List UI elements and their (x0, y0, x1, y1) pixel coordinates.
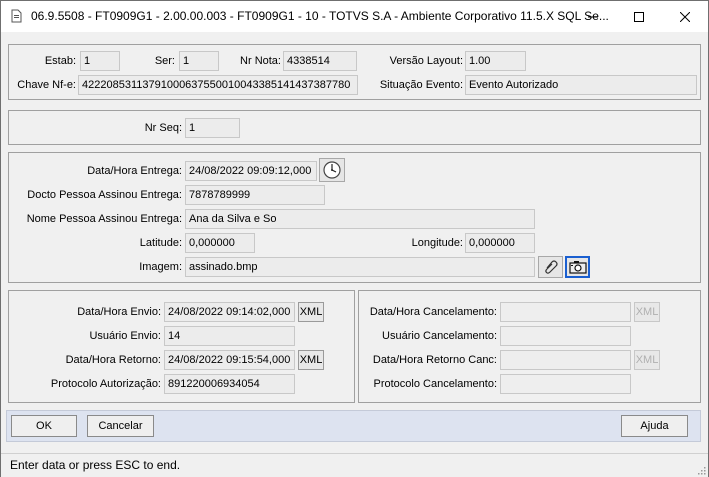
usuario-cancelamento-field[interactable] (500, 326, 631, 346)
cancel-button[interactable]: Cancelar (87, 415, 154, 437)
docto-pessoa-field[interactable]: 7878789999 (185, 185, 325, 205)
dialog-window: 06.9.5508 - FT0909G1 - 2.00.00.003 - FT0… (0, 0, 709, 477)
title-bar: 06.9.5508 - FT0909G1 - 2.00.00.003 - FT0… (1, 1, 708, 32)
protocolo-cancelamento-field[interactable] (500, 374, 631, 394)
nr-seq-label: Nr Seq: (144, 122, 182, 134)
window-title: 06.9.5508 - FT0909G1 - 2.00.00.003 - FT0… (31, 9, 609, 23)
situacao-evento-field[interactable]: Evento Autorizado (465, 75, 697, 95)
ok-button[interactable]: OK (11, 415, 77, 437)
minimize-icon (588, 16, 598, 17)
resize-grip-icon[interactable] (696, 465, 706, 475)
app-icon (9, 9, 23, 23)
status-bar: Enter data or press ESC to end. (1, 453, 708, 477)
situacao-evento-label: Situação Evento: (379, 79, 463, 91)
usuario-envio-label: Usuário Envio: (89, 330, 161, 342)
minimize-button[interactable] (570, 1, 616, 32)
usuario-cancelamento-label: Usuário Cancelamento: (382, 330, 497, 342)
camera-icon (568, 261, 587, 274)
imagem-field[interactable]: assinado.bmp (185, 257, 535, 277)
close-button[interactable] (662, 1, 708, 32)
protocolo-autorizacao-field[interactable]: 891220006934054 (164, 374, 295, 394)
nr-nota-field[interactable]: 4338514 (283, 51, 357, 71)
docto-pessoa-label: Docto Pessoa Assinou Entrega: (27, 189, 182, 201)
estab-label: Estab: (44, 55, 76, 67)
paperclip-icon (544, 260, 558, 274)
data-hora-retorno-canc-field[interactable] (500, 350, 631, 370)
attach-button[interactable] (538, 256, 563, 278)
help-button[interactable]: Ajuda (621, 415, 688, 437)
xml-cancelamento-button[interactable]: XML (634, 302, 660, 322)
data-hora-cancelamento-label: Data/Hora Cancelamento: (369, 306, 497, 318)
data-hora-retorno-canc-label: Data/Hora Retorno Canc: (372, 354, 497, 366)
longitude-field[interactable]: 0,000000 (465, 233, 535, 253)
data-hora-retorno-field[interactable]: 24/08/2022 09:15:54,000 (164, 350, 295, 370)
chave-nfe-field[interactable]: 4222085311379100063755001004338514143738… (78, 75, 358, 95)
cancelamento-panel: Data/Hora Cancelamento: XML Usuário Canc… (358, 290, 701, 403)
chave-nfe-label: Chave Nf-e: (17, 79, 76, 91)
xml-retorno-canc-button[interactable]: XML (634, 350, 660, 370)
maximize-icon (634, 11, 644, 22)
nome-pessoa-field[interactable]: Ana da Silva e So (185, 209, 535, 229)
ser-label: Ser: (154, 55, 175, 67)
data-hora-envio-label: Data/Hora Envio: (77, 306, 161, 318)
protocolo-cancelamento-label: Protocolo Cancelamento: (373, 378, 497, 390)
estab-field[interactable]: 1 (80, 51, 120, 71)
data-hora-retorno-label: Data/Hora Retorno: (65, 354, 161, 366)
usuario-envio-field[interactable]: 14 (164, 326, 295, 346)
protocolo-autorizacao-label: Protocolo Autorização: (50, 378, 161, 390)
header-panel: Estab: 1 Ser: 1 Nr Nota: 4338514 Versão … (8, 44, 701, 100)
nr-nota-label: Nr Nota: (240, 55, 281, 67)
longitude-label: Longitude: (411, 237, 463, 249)
nr-seq-field[interactable]: 1 (185, 118, 240, 138)
clock-button[interactable] (319, 158, 345, 182)
xml-retorno-button[interactable]: XML (298, 350, 324, 370)
button-bar: OK Cancelar Ajuda (6, 410, 701, 442)
latitude-label: Latitude: (139, 237, 182, 249)
data-hora-cancelamento-field[interactable] (500, 302, 631, 322)
data-hora-entrega-field[interactable]: 24/08/2022 09:09:12,000 (185, 161, 317, 181)
imagem-label: Imagem: (139, 261, 182, 273)
data-hora-entrega-label: Data/Hora Entrega: (87, 165, 182, 177)
close-icon (680, 11, 690, 22)
versao-layout-field[interactable]: 1.00 (465, 51, 526, 71)
versao-layout-label: Versão Layout: (389, 55, 463, 67)
camera-button[interactable] (565, 256, 590, 278)
latitude-field[interactable]: 0,000000 (185, 233, 255, 253)
entrega-panel: Data/Hora Entrega: 24/08/2022 09:09:12,0… (8, 152, 701, 283)
xml-envio-button[interactable]: XML (298, 302, 324, 322)
data-hora-envio-field[interactable]: 24/08/2022 09:14:02,000 (164, 302, 295, 322)
ser-field[interactable]: 1 (179, 51, 219, 71)
clock-icon (323, 161, 341, 179)
envio-panel: Data/Hora Envio: 24/08/2022 09:14:02,000… (8, 290, 355, 403)
seq-panel: Nr Seq: 1 (8, 110, 701, 145)
nome-pessoa-label: Nome Pessoa Assinou Entrega: (26, 213, 182, 225)
status-text: Enter data or press ESC to end. (10, 458, 181, 472)
maximize-button[interactable] (616, 1, 662, 32)
